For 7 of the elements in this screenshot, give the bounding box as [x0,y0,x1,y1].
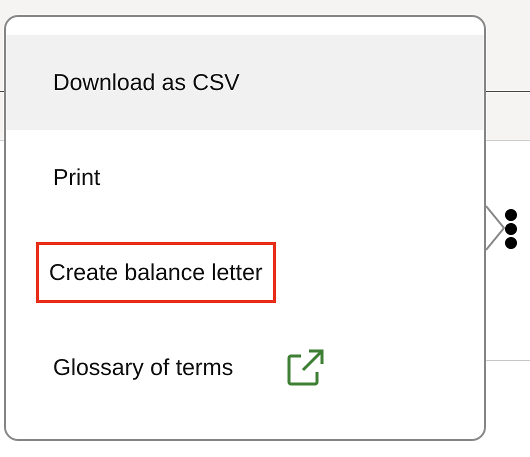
menu-item[interactable]: Print [6,130,484,225]
menu-item[interactable]: Glossary of terms [6,320,484,415]
menu-item[interactable]: Download as CSV [6,35,484,130]
more-options-icon[interactable] [503,208,519,250]
external-link-icon [285,348,326,388]
menu-item[interactable]: Create balance letter [6,225,484,320]
highlight-box: Create balance letter [39,245,273,300]
